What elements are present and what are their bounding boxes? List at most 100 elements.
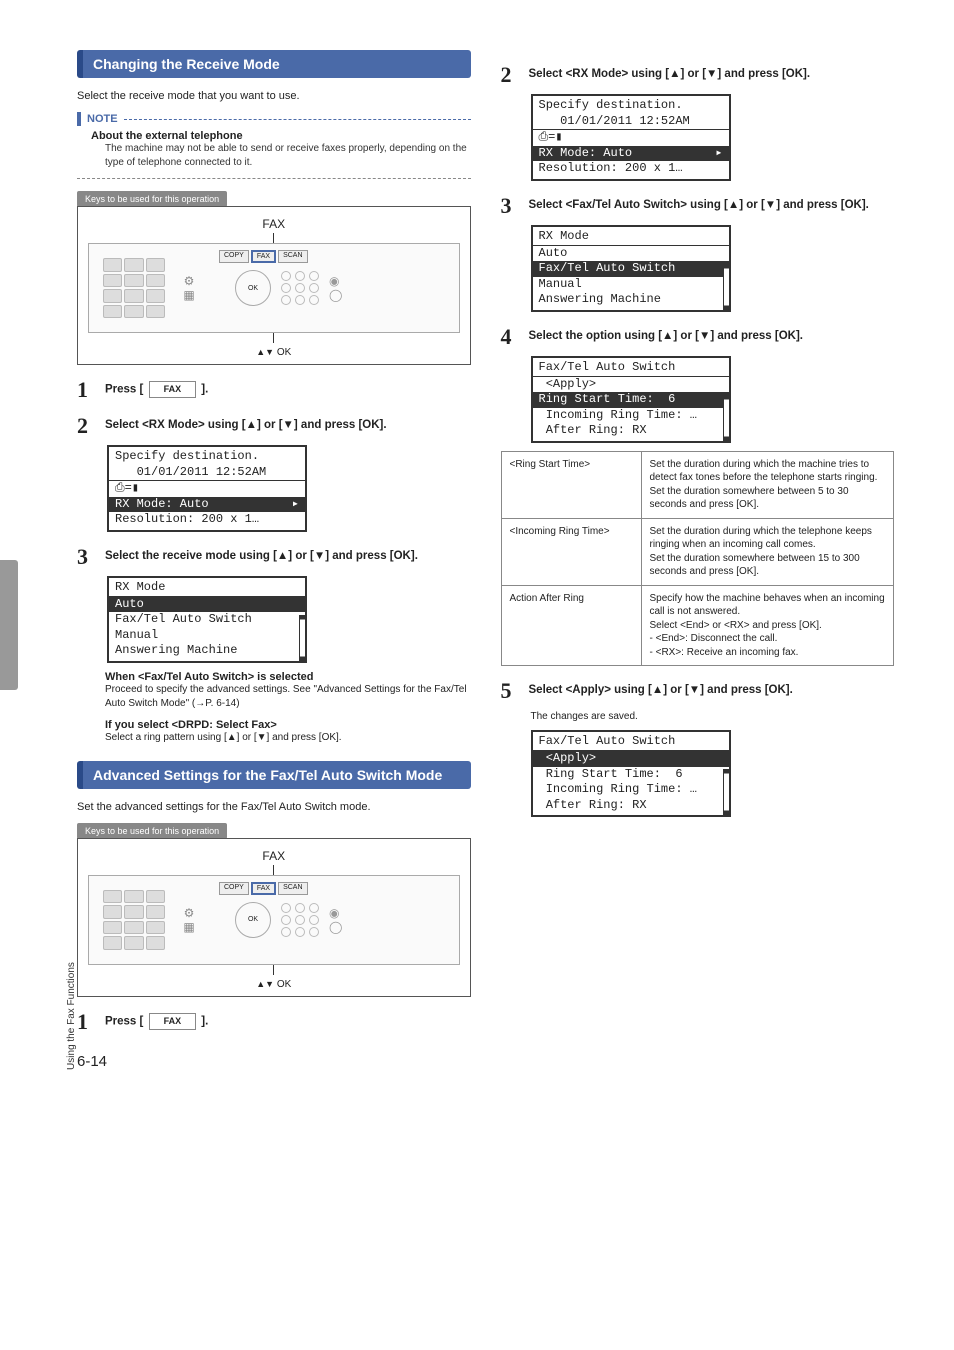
mid-icons: ⚙▦ [169, 274, 209, 302]
step-text: Select <RX Mode> using [▲] or [▼] and pr… [529, 64, 895, 82]
lcd-line-highlighted: Auto [109, 597, 305, 613]
section-intro: Select the receive mode that you want to… [77, 90, 471, 102]
lcd-line: Specify destination. [539, 98, 723, 114]
ok-callout: ▲▼ OK [88, 979, 460, 990]
step-number: 2 [77, 415, 95, 437]
lcd-line: 01/01/2011 12:52AM [115, 465, 299, 481]
lcd-line: Resolution: 200 x 1… [115, 512, 299, 528]
table-row: <Ring Start Time> Set the duration durin… [501, 451, 894, 518]
step-text-b: ]. [198, 383, 208, 395]
step-3: 3 Select the receive mode using [▲] or [… [77, 546, 471, 568]
step-number: 3 [77, 546, 95, 568]
right-icons [281, 271, 321, 305]
lcd-line: Incoming Ring Time: … [539, 408, 723, 424]
step-number: 1 [77, 1011, 95, 1033]
step-text-b: ]. [198, 1015, 208, 1027]
option-desc: Specify how the machine behaves when an … [641, 585, 894, 666]
lcd-line: Resolution: 200 x 1… [539, 161, 723, 177]
lcd-screen: Fax/Tel Auto Switch <Apply> Ring Start T… [531, 730, 731, 817]
chapter-tab [0, 560, 18, 690]
lcd-line-highlighted: RX Mode: Auto▸ [533, 146, 729, 162]
note-body: The machine may not be able to send or r… [105, 142, 471, 170]
step-text: Select <Fax/Tel Auto Switch> using [▲] o… [529, 195, 895, 213]
lcd-line: 01/01/2011 12:52AM [539, 114, 723, 130]
lcd-screen: RX Mode Auto Fax/Tel Auto Switch Manual … [107, 576, 307, 663]
step-text-a: Press [ [105, 383, 147, 395]
option-desc: Set the duration during which the machin… [641, 451, 894, 518]
mid-icons: ⚙▦ [169, 906, 209, 934]
right-column: 2 Select <RX Mode> using [▲] or [▼] and … [501, 50, 895, 1070]
fax-key-button: FAX [149, 381, 197, 398]
nav-wheel-icon: OK [235, 270, 271, 306]
lcd-line: Auto [539, 246, 723, 262]
lcd-line: RX Mode [115, 580, 299, 596]
table-row: <Incoming Ring Time> Set the duration du… [501, 518, 894, 585]
nav-wheel-icon: OK [235, 902, 271, 938]
step-number: 5 [501, 680, 519, 702]
mode-buttons: COPYFAXSCAN [219, 250, 308, 263]
option-key: Action After Ring [501, 585, 641, 666]
step-number: 4 [501, 326, 519, 348]
lcd-line-highlighted: Fax/Tel Auto Switch [533, 261, 729, 277]
option-key: <Ring Start Time> [501, 451, 641, 518]
lcd-screen: Specify destination. 01/01/2011 12:52AM … [531, 94, 731, 181]
far-right-icons: ◉◯ [329, 906, 342, 934]
lcd-line: Fax/Tel Auto Switch [539, 360, 723, 376]
option-key: <Incoming Ring Time> [501, 518, 641, 585]
step-2: 2 Select <RX Mode> using [▲] or [▼] and … [501, 64, 895, 86]
keypad-icon [99, 886, 169, 954]
step-text: Select <RX Mode> using [▲] or [▼] and pr… [105, 415, 471, 433]
lcd-screen: RX Mode Auto Fax/Tel Auto Switch Manual … [531, 225, 731, 312]
lcd-line: <Apply> [539, 377, 723, 393]
fax-callout: FAX [88, 217, 460, 231]
lcd-line: ⎙=▮ [115, 481, 299, 497]
lcd-line: Fax/Tel Auto Switch [539, 734, 723, 750]
far-right-icons: ◉◯ [329, 274, 342, 302]
sub-body: Proceed to specify the advanced settings… [105, 683, 471, 711]
step-number: 1 [77, 379, 95, 401]
step-2: 2 Select <RX Mode> using [▲] or [▼] and … [77, 415, 471, 437]
step-4: 4 Select the option using [▲] or [▼] and… [501, 326, 895, 348]
step-1: 1 Press [ FAX ]. [77, 379, 471, 401]
lcd-line: RX Mode [539, 229, 723, 245]
lcd-line-highlighted: <Apply> [533, 751, 729, 767]
keys-bar: Keys to be used for this operation [77, 191, 227, 207]
keypad-icon [99, 254, 169, 322]
lcd-line: Specify destination. [115, 449, 299, 465]
section-heading: Advanced Settings for the Fax/Tel Auto S… [77, 761, 471, 789]
sidebar-chapter-label: Using the Fax Functions [60, 550, 77, 1070]
table-row: Action After Ring Specify how the machin… [501, 585, 894, 666]
right-icons [281, 903, 321, 937]
step-text-a: Press [ [105, 1015, 147, 1027]
lcd-line-highlighted: RX Mode: Auto▸ [109, 497, 305, 513]
lcd-line: Incoming Ring Time: … [539, 782, 723, 798]
note-label: NOTE [77, 112, 471, 126]
lcd-line: Fax/Tel Auto Switch [115, 612, 299, 628]
page-number: 6-14 [77, 1053, 471, 1070]
step-3: 3 Select <Fax/Tel Auto Switch> using [▲]… [501, 195, 895, 217]
note-label-text: NOTE [87, 113, 118, 125]
step-text: Select the receive mode using [▲] or [▼]… [105, 546, 471, 564]
sub-heading: If you select <DRPD: Select Fax> [105, 719, 471, 731]
step-number: 2 [501, 64, 519, 86]
note-title: About the external telephone [91, 130, 471, 142]
lcd-line: Manual [539, 277, 723, 293]
step-sub: The changes are saved. [531, 710, 895, 724]
ok-callout: ▲▼ OK [88, 347, 460, 358]
lcd-line: Answering Machine [115, 643, 299, 659]
step-5: 5 Select <Apply> using [▲] or [▼] and pr… [501, 680, 895, 702]
sub-heading: When <Fax/Tel Auto Switch> is selected [105, 671, 471, 683]
fax-key-button: FAX [149, 1013, 197, 1030]
step-text: Select <Apply> using [▲] or [▼] and pres… [529, 680, 895, 698]
step-1: 1 Press [ FAX ]. [77, 1011, 471, 1033]
options-table: <Ring Start Time> Set the duration durin… [501, 451, 895, 667]
lcd-screen: Fax/Tel Auto Switch <Apply> Ring Start T… [531, 356, 731, 443]
lcd-line: After Ring: RX [539, 798, 723, 814]
keys-bar: Keys to be used for this operation [77, 823, 227, 839]
lcd-screen: Specify destination. 01/01/2011 12:52AM … [107, 445, 307, 532]
lcd-line: Answering Machine [539, 292, 723, 308]
step-number: 3 [501, 195, 519, 217]
lcd-line: ⎙=▮ [539, 130, 723, 146]
option-desc: Set the duration during which the teleph… [641, 518, 894, 585]
fax-callout: FAX [88, 849, 460, 863]
